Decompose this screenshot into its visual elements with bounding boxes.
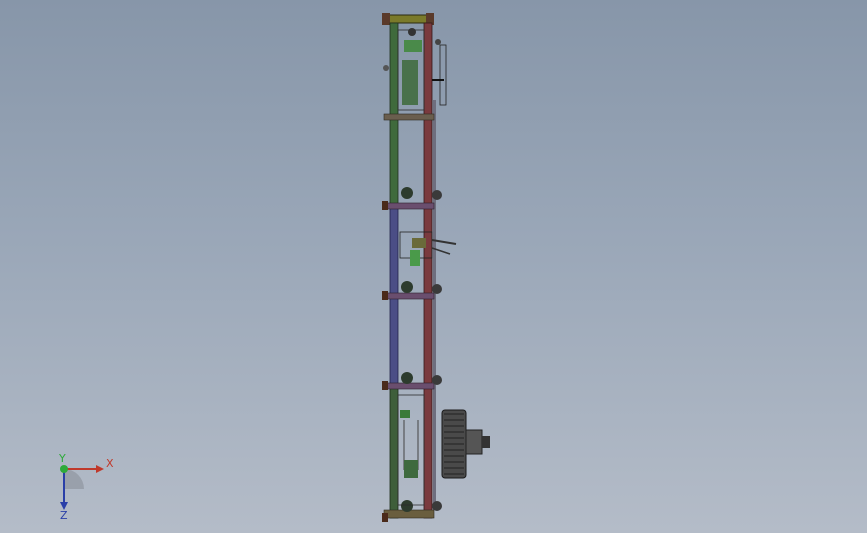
roller-4a	[401, 372, 413, 384]
triad-sphere-shadow	[64, 469, 84, 489]
crossbar-4	[383, 382, 435, 390]
foot-3	[382, 381, 388, 390]
top-module-guard	[439, 44, 447, 106]
foot-4	[382, 513, 388, 522]
top-roller-1	[408, 28, 416, 36]
top-roller-2	[435, 39, 441, 45]
conveyor-assembly-model[interactable]	[0, 0, 867, 533]
crossbar-3	[383, 292, 435, 300]
frame-left-rail-lower	[389, 385, 399, 519]
axis-triad: X Y Z	[58, 452, 114, 520]
roller-2a	[401, 187, 413, 199]
lower-module-motor	[404, 460, 418, 478]
top-module-panel	[402, 60, 418, 105]
crossbar-2	[383, 202, 435, 210]
gear-hub	[465, 429, 483, 455]
z-axis-label: Z	[60, 509, 68, 520]
roller-3a	[401, 281, 413, 293]
roller-5b	[432, 501, 442, 511]
top-roller-3	[383, 65, 389, 71]
frame-top-plate	[382, 13, 390, 25]
y-axis-dot	[60, 465, 68, 473]
roller-2b	[432, 190, 442, 200]
roller-5a	[401, 500, 413, 512]
roller-4b	[432, 375, 442, 385]
foot-1	[382, 201, 388, 210]
crossbar-1	[383, 113, 435, 121]
frame-top-cap	[383, 14, 429, 24]
x-axis-arrow	[96, 465, 104, 473]
frame-outer-rail	[433, 100, 436, 510]
roller-3b	[432, 284, 442, 294]
cad-viewport[interactable]: X Y Z	[0, 0, 867, 533]
x-axis-label: X	[106, 457, 114, 470]
y-axis-label: Y	[58, 452, 66, 465]
foot-2	[382, 291, 388, 300]
top-module-bracket	[404, 40, 422, 52]
mid-module-motor	[410, 250, 420, 266]
mid-module-block	[412, 238, 426, 248]
gear-shaft	[482, 436, 490, 448]
lower-module-bracket	[400, 410, 410, 418]
frame-right-rail	[423, 22, 433, 519]
